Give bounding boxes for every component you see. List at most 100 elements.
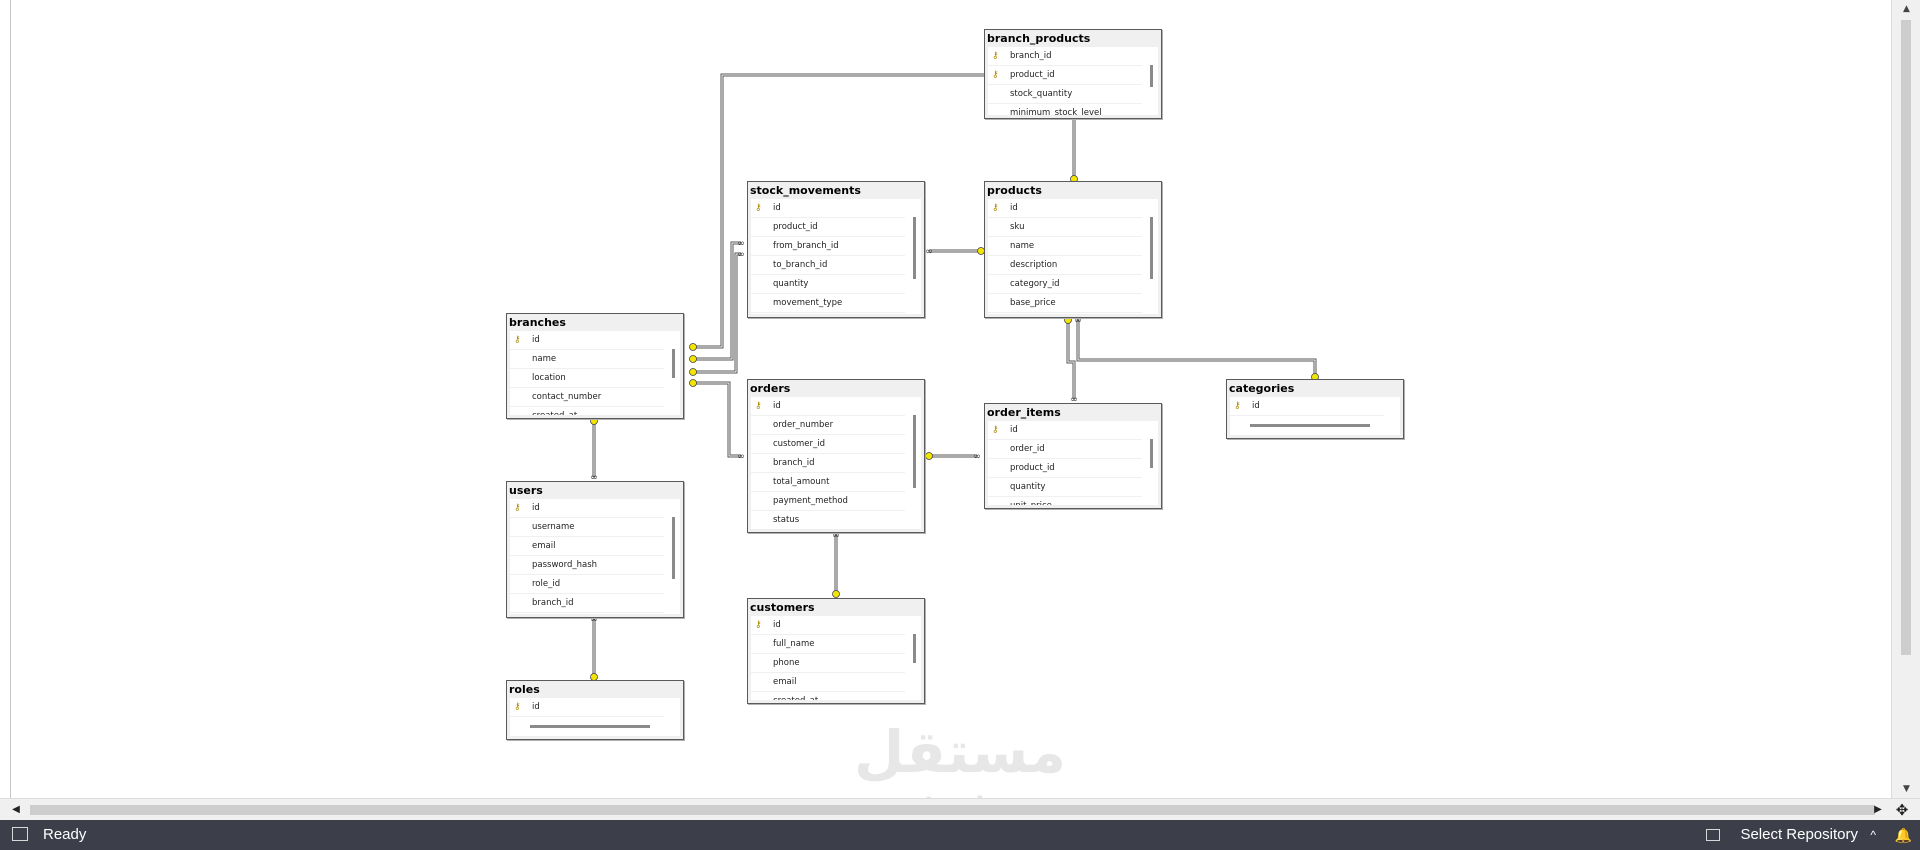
column-row[interactable]: email (510, 537, 664, 556)
table-horizontal-scroll-thumb[interactable] (1250, 424, 1370, 427)
column-row[interactable]: stock_quantity (988, 85, 1142, 104)
column-row[interactable]: order_id (988, 440, 1142, 459)
table-scroll-thumb[interactable] (1150, 439, 1153, 468)
notification-bell-icon[interactable]: 🔔 (1895, 820, 1912, 850)
column-row[interactable]: location (510, 369, 664, 388)
select-repository-button[interactable]: Select Repository (1740, 820, 1858, 850)
table-products[interactable]: products ⚷ id sku name description category_id… (984, 181, 1162, 318)
column-row[interactable]: phone (751, 654, 905, 673)
table-stock-movements[interactable]: stock_movements ⚷ id product_id from_branch_… (747, 181, 925, 318)
relationship-connector[interactable]: ∞ (925, 247, 985, 257)
column-row[interactable]: ⚷ branch_id (988, 47, 1142, 66)
table-users[interactable]: users ⚷ id username email password_hash role_i… (506, 481, 684, 618)
column-row[interactable]: customer_id (751, 435, 905, 454)
column-row[interactable]: sku (988, 218, 1142, 237)
column-row[interactable]: ⚷ id (988, 421, 1142, 440)
column-row[interactable]: status (751, 511, 905, 529)
horizontal-scrollbar[interactable]: ◀ ▶ (0, 798, 1920, 821)
column-row[interactable]: ⚷ id (510, 499, 664, 518)
column-row[interactable]: ⚷ id (510, 331, 664, 350)
table-scroll-thumb[interactable] (913, 217, 916, 279)
column-row[interactable]: full_name (751, 635, 905, 654)
scroll-right-arrow-icon[interactable]: ▶ (1868, 799, 1888, 821)
table-order-items[interactable]: order_items ⚷ id order_id product_id quantity… (984, 403, 1162, 509)
column-row[interactable]: created_at (510, 613, 664, 614)
relationship-connector[interactable]: ∞ (832, 531, 840, 598)
table-branch-products[interactable]: branch_products ⚷ branch_id ⚷ product_id stoc… (984, 29, 1162, 119)
column-row[interactable]: ⚷ id (988, 199, 1142, 218)
column-row[interactable]: order_number (751, 416, 905, 435)
table-scroll-thumb[interactable] (913, 415, 916, 488)
table-roles[interactable]: roles ⚷ id (506, 680, 684, 740)
column-row[interactable]: email (751, 673, 905, 692)
table-scroll-thumb[interactable] (1150, 217, 1153, 279)
column-row[interactable]: product_id (988, 459, 1142, 478)
table-scrollbar[interactable] (672, 341, 675, 405)
column-row[interactable]: ⚷ id (1230, 397, 1384, 416)
column-row[interactable]: password_hash (510, 556, 664, 575)
column-row[interactable]: quantity (751, 275, 905, 294)
column-row[interactable]: product_id (751, 218, 905, 237)
column-row[interactable]: ⚷ product_id (988, 66, 1142, 85)
column-row[interactable]: base_price (988, 294, 1142, 313)
column-row[interactable]: contact_number (510, 388, 664, 407)
relationship-connector[interactable]: ∞ (1074, 316, 1319, 381)
column-row[interactable]: ⚷ id (510, 698, 664, 717)
column-row[interactable]: created_at (988, 313, 1142, 314)
column-row[interactable]: branch_id (510, 594, 664, 613)
diagram-canvas[interactable]: ∞∞∞∞∞∞∞∞∞∞∞∞ branch_products⚷branch_id⚷p… (11, 0, 1891, 798)
table-scrollbar[interactable] (913, 407, 916, 519)
scroll-up-arrow-icon[interactable]: ▲ (1892, 0, 1920, 18)
table-column-list[interactable]: ⚷ id (1230, 397, 1400, 435)
relationship-connector[interactable]: ∞ (689, 379, 745, 463)
column-row[interactable]: unit_price (988, 497, 1142, 505)
column-row[interactable]: created_at (751, 692, 905, 700)
vertical-scrollbar[interactable]: ▲ ▼ (1891, 0, 1920, 798)
table-scroll-thumb[interactable] (672, 517, 675, 579)
table-branches[interactable]: branches ⚷ id name location contact_numbercre… (506, 313, 684, 419)
column-row[interactable]: name (510, 350, 664, 369)
table-column-list[interactable]: ⚷ id product_id from_branch_id to_branch_id q… (751, 199, 921, 314)
column-row[interactable]: to_branch_id (751, 256, 905, 275)
chevron-up-icon[interactable]: ^ (1870, 820, 1876, 850)
column-row[interactable]: ⚷ id (751, 616, 905, 635)
table-column-list[interactable]: ⚷ id (510, 698, 680, 736)
table-scrollbar[interactable] (1150, 57, 1153, 105)
column-row[interactable]: ⚷ id (751, 199, 905, 218)
column-row[interactable]: total_amount (751, 473, 905, 492)
column-row[interactable]: quantity (988, 478, 1142, 497)
table-scroll-thumb[interactable] (913, 634, 916, 663)
table-scrollbar[interactable] (1150, 209, 1153, 304)
vertical-scroll-thumb[interactable] (1901, 20, 1911, 655)
table-column-list[interactable]: ⚷ id name location contact_number created_at (510, 331, 680, 415)
table-scroll-thumb[interactable] (1150, 65, 1153, 87)
table-scrollbar[interactable] (913, 626, 916, 690)
table-column-list[interactable]: ⚷ id sku name description category_id base_pri… (988, 199, 1158, 314)
column-row[interactable]: description (988, 256, 1142, 275)
table-horizontal-scroll-thumb[interactable] (530, 725, 650, 728)
pan-navigation-icon[interactable]: ✥ (1890, 800, 1914, 820)
column-row[interactable]: minimum_stock_level (988, 104, 1142, 115)
table-column-list[interactable]: ⚷ id order_id product_id quantity unit_price (988, 421, 1158, 505)
table-scroll-thumb[interactable] (672, 349, 675, 378)
scroll-left-arrow-icon[interactable]: ◀ (6, 799, 26, 821)
table-scrollbar[interactable] (672, 509, 675, 604)
column-row[interactable]: created_at (510, 407, 664, 415)
relationship-connector[interactable]: ∞ (590, 417, 598, 484)
column-row[interactable]: category_id (988, 275, 1142, 294)
column-row[interactable]: payment_method (751, 492, 905, 511)
column-row[interactable]: ⚷ id (751, 397, 905, 416)
table-customers[interactable]: customers ⚷ id full_namephone email created_a… (747, 598, 925, 704)
table-scrollbar[interactable] (913, 209, 916, 304)
column-row[interactable]: name (988, 237, 1142, 256)
relationship-connector[interactable]: ∞ (1064, 316, 1078, 406)
column-row[interactable]: created_at (751, 313, 905, 314)
horizontal-scroll-thumb[interactable] (30, 805, 1875, 815)
column-row[interactable]: movement_type (751, 294, 905, 313)
table-column-list[interactable]: ⚷ id order_number customer_id branch_id total… (751, 397, 921, 529)
table-orders[interactable]: orders ⚷ id order_number customer_id branch_i… (747, 379, 925, 533)
column-row[interactable]: username (510, 518, 664, 537)
column-row[interactable]: branch_id (751, 454, 905, 473)
relationship-connector[interactable]: ∞ (689, 250, 745, 376)
relationship-connector[interactable]: ∞ (925, 452, 981, 462)
